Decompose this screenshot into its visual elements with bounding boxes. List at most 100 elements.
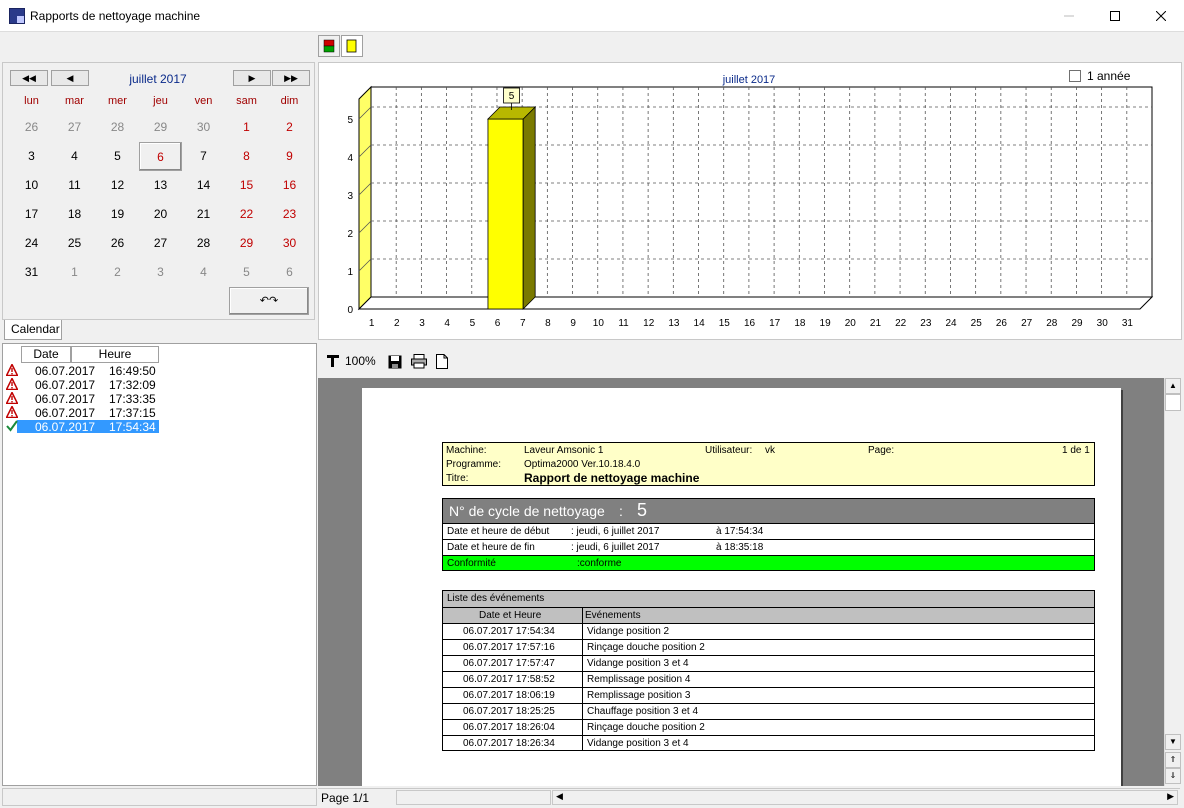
next-month-button[interactable]: ▶ — [233, 70, 271, 86]
list-item[interactable]: 06.07.2017 17:33:35 — [3, 392, 163, 406]
event-row: 06.07.2017 17:57:16 Rinçage douche positi… — [443, 639, 1094, 655]
calendar-day[interactable]: 11 — [53, 171, 96, 200]
calendar-day[interactable]: 15 — [225, 171, 268, 200]
row-date: 06.07.2017 — [35, 378, 96, 392]
calendar-day[interactable]: 17 — [10, 200, 53, 229]
x-tick-label: 11 — [618, 318, 629, 329]
calendar-day[interactable]: 8 — [225, 142, 268, 171]
column-header-time[interactable]: Heure — [71, 346, 159, 363]
calendar-day[interactable]: 29 — [139, 113, 182, 142]
calendar-day[interactable]: 12 — [96, 171, 139, 200]
calendar-day[interactable]: 13 — [139, 171, 182, 200]
calendar-day[interactable]: 31 — [10, 258, 53, 287]
calendar-day[interactable]: 27 — [53, 113, 96, 142]
calendar-day[interactable]: 28 — [182, 229, 225, 258]
calendar-day[interactable]: 26 — [10, 113, 53, 142]
scroll-up-button[interactable]: ▲ — [1165, 378, 1181, 394]
calendar-day[interactable]: 25 — [53, 229, 96, 258]
calendar-day[interactable]: 30 — [268, 229, 311, 258]
page-down-button[interactable]: ⇓ — [1165, 768, 1181, 784]
end-label: Date et heure de fin — [447, 542, 535, 553]
yellow-filter-button[interactable] — [341, 35, 363, 57]
list-item[interactable]: 06.07.2017 17:37:15 — [3, 406, 163, 420]
minimize-button[interactable] — [1046, 0, 1092, 31]
calendar-day[interactable]: 29 — [225, 229, 268, 258]
column-header-date[interactable]: Date — [21, 346, 71, 363]
calendar-day[interactable]: 23 — [268, 200, 311, 229]
tab-calendar[interactable]: Calendar — [4, 320, 62, 340]
calendar-day[interactable]: 20 — [139, 200, 182, 229]
event-description: Vidange position 3 et 4 — [587, 738, 689, 749]
calendar-day[interactable]: 14 — [182, 171, 225, 200]
calendar-day[interactable]: 30 — [182, 113, 225, 142]
event-row: 06.07.2017 17:57:47 Vidange position 3 et… — [443, 655, 1094, 671]
end-time: à 18:35:18 — [716, 542, 764, 553]
calendar-day[interactable]: 10 — [10, 171, 53, 200]
calendar-day[interactable]: 1 — [225, 113, 268, 142]
calendar-day[interactable]: 1 — [53, 258, 96, 287]
calendar-day[interactable]: 2 — [268, 113, 311, 142]
list-item[interactable]: 06.07.2017 17:54:34 — [3, 420, 163, 434]
reset-button[interactable]: ↶↷ — [229, 287, 309, 315]
maximize-icon — [1110, 10, 1120, 21]
calendar-day[interactable]: 4 — [182, 258, 225, 287]
scroll-left-icon[interactable]: ◀ — [556, 791, 563, 802]
calendar-day[interactable]: 18 — [53, 200, 96, 229]
report-title: Rapport de nettoyage machine — [524, 471, 700, 485]
event-row: 06.07.2017 18:25:25 Chauffage position 3 … — [443, 703, 1094, 719]
zoom-control[interactable]: 100% — [326, 354, 376, 368]
list-item[interactable]: 06.07.2017 17:32:09 — [3, 378, 163, 392]
title-bar: Rapports de nettoyage machine — [0, 0, 1184, 32]
calendar-day[interactable]: 3 — [139, 258, 182, 287]
calendar-day[interactable]: 21 — [182, 200, 225, 229]
page-up-button[interactable]: ⇑ — [1165, 752, 1181, 768]
calendar-day[interactable]: 22 — [225, 200, 268, 229]
calendar-day[interactable]: 9 — [268, 142, 311, 171]
next-year-button[interactable]: ▶▶ — [272, 70, 310, 86]
horizontal-scrollbar[interactable]: ◀ ▶ — [552, 790, 1178, 805]
calendar-day[interactable]: 28 — [96, 113, 139, 142]
scroll-right-icon[interactable]: ▶ — [1167, 791, 1174, 802]
calendar-day[interactable]: 16 — [268, 171, 311, 200]
save-icon[interactable] — [388, 355, 402, 369]
prev-month-button[interactable]: ◀ — [51, 70, 89, 86]
calendar-day[interactable]: 19 — [96, 200, 139, 229]
page-setup-icon[interactable] — [436, 354, 448, 369]
calendar-day[interactable]: 26 — [96, 229, 139, 258]
prev-year-button[interactable]: ◀◀ — [10, 70, 48, 86]
event-datetime: 06.07.2017 17:57:47 — [463, 658, 555, 669]
event-datetime: 06.07.2017 17:54:34 — [463, 626, 555, 637]
cycle-list[interactable]: Date Heure 06.07.2017 16:49:50 06.07.2017 1… — [2, 343, 317, 786]
calendar-day[interactable]: 27 — [139, 229, 182, 258]
calendar-day[interactable]: 5 — [96, 142, 139, 171]
calendar-day[interactable]: 24 — [10, 229, 53, 258]
report-vertical-scrollbar[interactable]: ▲ ▼ ⇑ ⇓ — [1164, 378, 1181, 786]
scroll-down-button[interactable]: ▼ — [1165, 734, 1181, 750]
calendar-day[interactable]: 2 — [96, 258, 139, 287]
x-tick-label: 18 — [794, 318, 806, 329]
close-button[interactable] — [1138, 0, 1184, 31]
maximize-button[interactable] — [1092, 0, 1138, 31]
calendar-day[interactable]: 6 — [139, 142, 182, 171]
event-datetime: 06.07.2017 18:06:19 — [463, 690, 555, 701]
conformity-label: Conformité — [447, 558, 496, 569]
event-datetime: 06.07.2017 18:25:25 — [463, 706, 555, 717]
calendar-day[interactable]: 6 — [268, 258, 311, 287]
report-preview[interactable]: Machine: Laveur Amsonic 1 Utilisateur: v… — [318, 378, 1164, 786]
event-description: Vidange position 3 et 4 — [587, 658, 689, 669]
x-tick-label: 3 — [419, 318, 425, 329]
events-table: Liste des événements Date et Heure Evéne… — [442, 590, 1095, 751]
weekday-label: lun — [24, 95, 39, 107]
calendar-day[interactable]: 7 — [182, 142, 225, 171]
print-icon[interactable] — [411, 354, 427, 369]
row-date: 06.07.2017 — [35, 406, 96, 420]
calendar-day[interactable]: 4 — [53, 142, 96, 171]
warning-icon — [6, 406, 18, 418]
scroll-thumb[interactable] — [1165, 394, 1181, 411]
calendar-day[interactable]: 3 — [10, 142, 53, 171]
program-label: Programme: — [446, 459, 502, 470]
event-row: 06.07.2017 18:26:34 Vidange position 3 et… — [443, 735, 1094, 751]
list-item[interactable]: 06.07.2017 16:49:50 — [3, 364, 163, 378]
calendar-day[interactable]: 5 — [225, 258, 268, 287]
status-color-button[interactable] — [318, 35, 340, 57]
